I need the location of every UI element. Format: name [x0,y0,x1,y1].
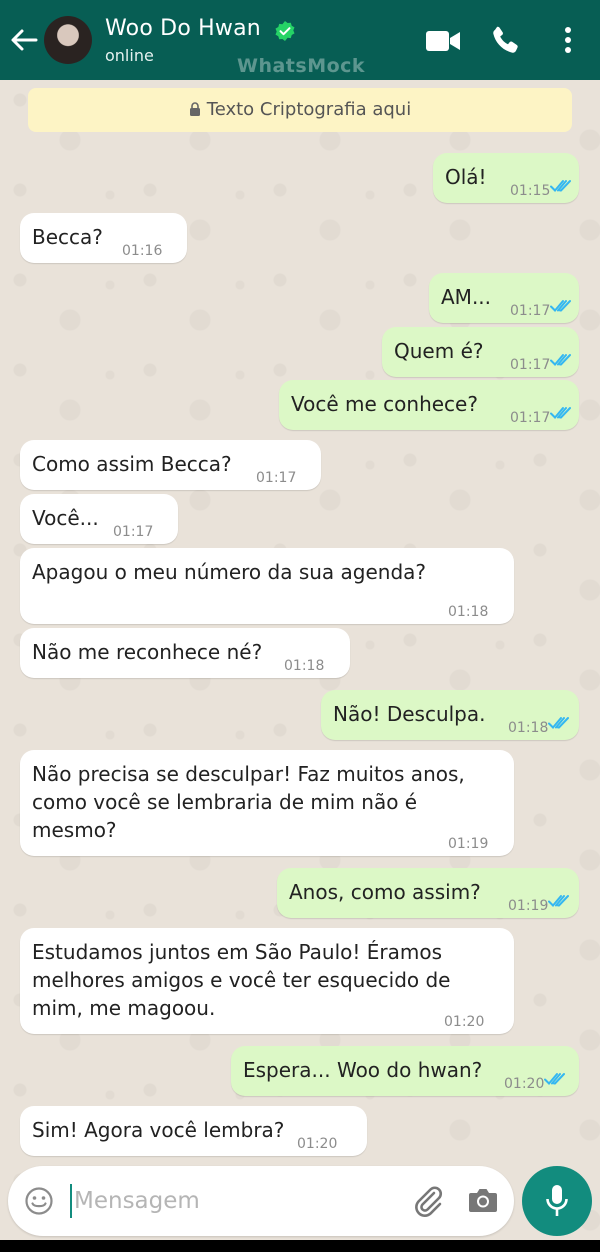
read-ticks-icon [550,354,571,366]
incoming-message[interactable]: Não precisa se desculpar! Faz muitos ano… [20,750,514,856]
message-input[interactable] [74,1180,404,1222]
message-composer [8,1166,514,1236]
message-time: 01:17 [510,357,551,373]
contact-status: online [105,46,154,65]
message-time: 01:17 [113,524,154,540]
phone-call-icon[interactable] [490,24,522,56]
outgoing-message[interactable]: Olá! 01:15 [433,153,579,203]
message-text: Becca? [32,225,103,249]
microphone-icon [546,1185,568,1216]
outgoing-message[interactable]: Anos, como assim? 01:19 [277,868,579,918]
message-text: Quem é? [394,339,484,363]
message-text: Olá! [445,165,487,189]
lock-icon [189,102,200,116]
camera-icon[interactable] [468,1186,498,1214]
read-ticks-icon [550,300,571,312]
incoming-message[interactable]: Não me reconhece né? 01:18 [20,628,350,678]
message-time: 01:19 [508,898,549,914]
message-text: Não me reconhece né? [32,640,263,664]
message-text: Espera... Woo do hwan? [243,1058,483,1082]
message-text: Você... [32,506,99,530]
outgoing-message[interactable]: AM... 01:17 [429,273,579,323]
message-time: 01:19 [448,836,489,852]
incoming-message[interactable]: Apagou o meu número da sua agenda? 01:18 [20,548,514,624]
encryption-notice[interactable]: Texto Criptografia aqui [28,88,572,132]
message-text: Como assim Becca? [32,452,232,476]
message-text: Não! Desculpa. [333,702,486,726]
emoji-icon[interactable] [24,1186,54,1216]
incoming-message[interactable]: Sim! Agora você lembra? 01:20 [20,1106,367,1156]
read-ticks-icon [548,895,569,907]
incoming-message[interactable]: Como assim Becca? 01:17 [20,440,321,490]
message-time: 01:16 [122,243,163,259]
message-time: 01:18 [508,720,549,736]
message-text: Não precisa se desculpar! Faz muitos ano… [32,762,465,842]
outgoing-message[interactable]: Não! Desculpa. 01:18 [321,690,579,740]
incoming-message[interactable]: Estudamos juntos em São Paulo! Éramos me… [20,928,514,1034]
more-options-icon[interactable] [560,24,576,56]
message-text: Sim! Agora você lembra? [32,1118,285,1142]
message-text: Você me conhece? [291,392,478,416]
encryption-text: Texto Criptografia aqui [206,99,412,120]
outgoing-message[interactable]: Espera... Woo do hwan? 01:20 [231,1046,579,1096]
chat-header: Woo Do Hwan online WhatsMock [0,0,600,80]
voice-message-button[interactable] [522,1166,592,1236]
avatar[interactable] [44,16,92,64]
incoming-message[interactable]: Você... 01:17 [20,494,178,544]
read-ticks-icon [550,407,571,419]
attach-icon[interactable] [412,1184,444,1218]
video-call-icon[interactable] [425,27,461,55]
message-time: 01:17 [510,303,551,319]
message-time: 01:18 [448,604,489,620]
navigation-bar [0,1240,600,1252]
message-time: 01:20 [444,1014,485,1030]
message-time: 01:18 [284,658,325,674]
back-arrow-icon[interactable] [10,28,38,52]
text-cursor [70,1184,72,1218]
watermark: WhatsMock [237,55,366,77]
message-time: 01:20 [504,1076,545,1092]
read-ticks-icon [550,180,571,192]
message-time: 01:17 [510,410,551,426]
message-time: 01:20 [297,1136,338,1152]
message-text: AM... [441,285,492,309]
read-ticks-icon [544,1073,565,1085]
outgoing-message[interactable]: Quem é? 01:17 [382,327,579,377]
read-ticks-icon [548,717,569,729]
outgoing-message[interactable]: Você me conhece? 01:17 [279,380,579,430]
incoming-message[interactable]: Becca? 01:16 [20,213,187,263]
contact-name[interactable]: Woo Do Hwan [105,16,261,41]
message-time: 01:17 [256,470,297,486]
message-text: Estudamos juntos em São Paulo! Éramos me… [32,940,451,1020]
message-text: Apagou o meu número da sua agenda? [32,560,427,584]
message-text: Anos, como assim? [289,880,481,904]
message-time: 01:15 [510,183,551,199]
verified-badge-icon [275,21,295,41]
